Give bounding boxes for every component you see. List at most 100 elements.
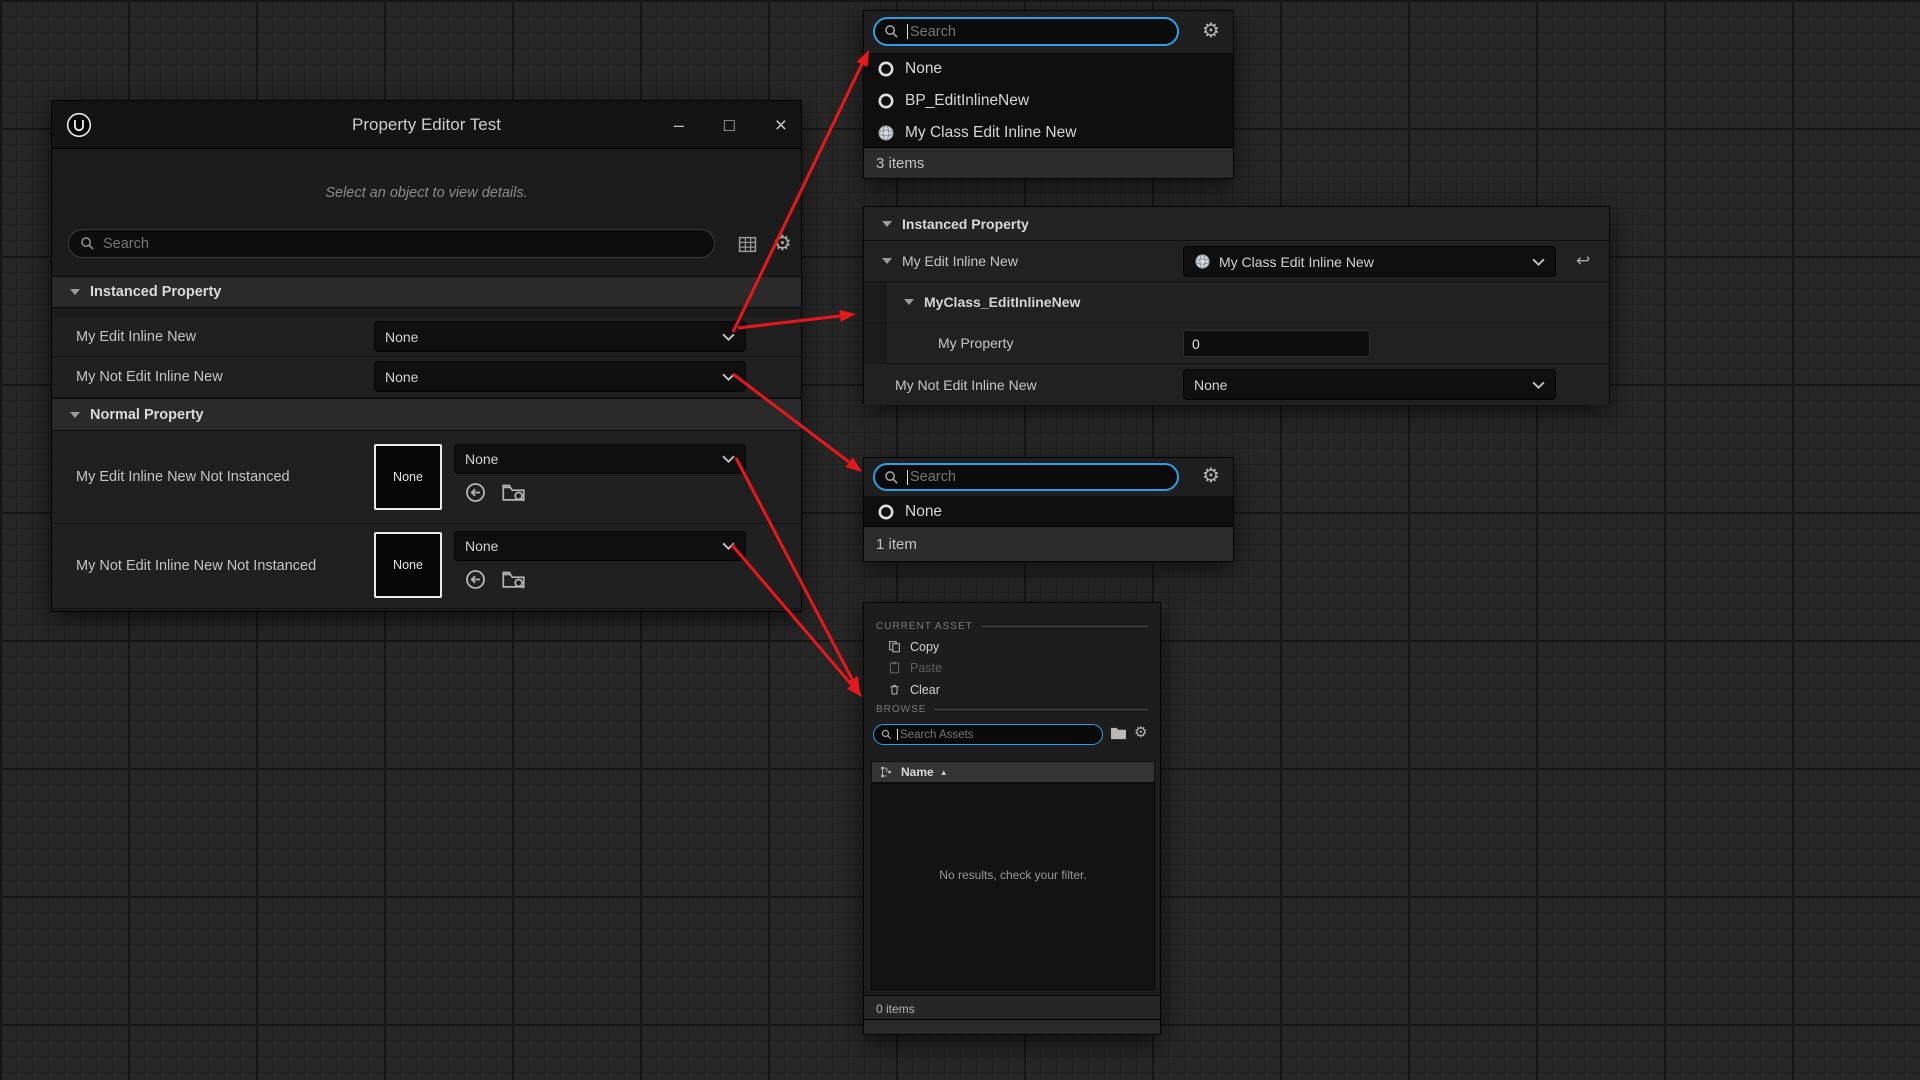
section-micro-label: CURRENT ASSET (876, 621, 973, 632)
minimize-icon[interactable]: – (674, 116, 684, 134)
section-divider (981, 626, 1148, 627)
search-icon (884, 24, 899, 39)
child-category-row[interactable]: MyClass_EditInlineNew (864, 282, 1609, 323)
property-label: My Not Edit Inline New Not Instanced (76, 524, 316, 608)
settings-gear-icon[interactable]: ⚙ (1134, 725, 1147, 740)
search-placeholder: Search (103, 236, 149, 252)
item-label: My Class Edit Inline New (905, 124, 1076, 142)
search-placeholder: Search (910, 469, 956, 485)
copy-icon (888, 640, 901, 653)
collapse-triangle-icon (882, 221, 892, 227)
combo-value: None (1194, 377, 1227, 393)
search-placeholder: Search Assets (900, 729, 974, 741)
list-item-none[interactable]: None (864, 53, 1233, 85)
paste-icon (888, 661, 901, 674)
input-value: 0 (1192, 336, 1200, 352)
item-count-footer: 3 items (864, 147, 1233, 178)
item-count: 0 items (876, 1002, 915, 1016)
item-label: None (905, 60, 942, 78)
menu-label: Paste (910, 661, 942, 675)
property-label: My Not Edit Inline New (895, 364, 1037, 405)
class-list: None BP_EditInlineNew My Class Edit Inli… (864, 53, 1233, 149)
instanced-property-panel: Instanced Property My Edit Inline New My… (863, 206, 1610, 404)
menu-item-paste: Paste (864, 657, 1160, 678)
menu-item-clear[interactable]: Clear (864, 679, 1160, 700)
use-selected-asset-icon[interactable] (464, 481, 487, 504)
popup-search-input[interactable]: Search (873, 463, 1179, 491)
chevron-down-icon (722, 542, 735, 550)
sort-ascending-icon: ▲ (940, 768, 948, 777)
chevron-down-icon (722, 333, 735, 341)
view-options-icon[interactable] (879, 765, 893, 779)
section-header-instanced-property[interactable]: Instanced Property (52, 276, 801, 308)
browse-to-asset-icon[interactable] (501, 481, 526, 504)
settings-gear-icon[interactable]: ⚙ (1202, 466, 1220, 486)
reset-to-default-icon[interactable]: ↩ (1576, 252, 1590, 269)
class-sphere-icon (877, 124, 895, 142)
combo-my-edit-inline-new[interactable]: None (374, 321, 746, 352)
property-row: My Not Edit Inline New Not Instanced Non… (52, 524, 801, 609)
asset-buttons (464, 568, 526, 591)
item-count-footer: 0 items (864, 995, 1160, 1021)
asset-list[interactable]: No results, check your filter. (871, 783, 1155, 990)
popup-search-input[interactable]: Search (873, 17, 1179, 46)
asset-thumbnail[interactable]: None (374, 532, 442, 598)
chevron-down-icon (1532, 258, 1545, 266)
resize-grip[interactable] (864, 1019, 1160, 1034)
combo-my-not-edit-inline-new[interactable]: None (1183, 369, 1556, 400)
folder-icon[interactable] (1110, 726, 1127, 740)
details-hint-text: Select an object to view details. (52, 185, 801, 201)
close-icon[interactable]: × (775, 115, 787, 136)
property-row: My Not Edit Inline New None (52, 357, 801, 398)
asset-picker-popup: CURRENT ASSET Copy Paste Clear BROWSE Se… (863, 602, 1161, 1035)
maximize-icon[interactable]: □ (724, 116, 735, 134)
display-filter-icon[interactable] (736, 233, 758, 255)
popup-search-row: Search ⚙ (864, 11, 1233, 53)
section-label: Normal Property (90, 407, 204, 423)
section-header-normal-property[interactable]: Normal Property (52, 398, 801, 431)
graph-background: { "colors": { "accent_blue": "#2e9fe6", … (0, 0, 1920, 1080)
combo-edit-inline-new-not-instanced[interactable]: None (454, 444, 746, 474)
object-circle-icon (877, 503, 895, 521)
combo-not-edit-inline-new-not-instanced[interactable]: None (454, 531, 746, 561)
use-selected-asset-icon[interactable] (464, 568, 487, 591)
asset-thumbnail[interactable]: None (374, 444, 442, 510)
combo-value: None (385, 329, 418, 345)
column-header[interactable]: Name ▲ (871, 761, 1155, 783)
list-item-my-class-edit-inline-new[interactable]: My Class Edit Inline New (864, 117, 1233, 149)
item-label: None (905, 503, 942, 521)
object-circle-icon (877, 60, 895, 78)
property-label: My Edit Inline New Not Instanced (76, 431, 290, 523)
list-item-bp-editinlinenew[interactable]: BP_EditInlineNew (864, 85, 1233, 117)
section-divider (934, 709, 1148, 710)
settings-gear-icon[interactable]: ⚙ (773, 233, 792, 254)
menu-item-copy[interactable]: Copy (864, 636, 1160, 657)
property-label: My Not Edit Inline New (76, 357, 223, 397)
combo-my-not-edit-inline-new[interactable]: None (374, 361, 746, 392)
collapse-triangle-icon (70, 289, 80, 295)
combo-value: None (465, 451, 498, 467)
browse-to-asset-icon[interactable] (501, 568, 526, 591)
browse-section: BROWSE (876, 702, 1148, 716)
class-picker-popup: Search ⚙ None BP_EditInlineNew My Class … (863, 10, 1234, 179)
text-caret (907, 470, 908, 485)
settings-gear-icon[interactable]: ⚙ (1202, 21, 1220, 41)
popup-search-row: Search ⚙ (864, 458, 1233, 496)
column-name: Name (901, 765, 934, 779)
asset-search-input[interactable]: Search Assets (873, 724, 1103, 745)
section-header-instanced-property[interactable]: Instanced Property (864, 207, 1609, 241)
property-label: My Edit Inline New (76, 317, 196, 356)
title-bar[interactable]: Property Editor Test – □ × (52, 101, 801, 149)
collapse-triangle-icon (70, 412, 80, 418)
empty-results-text: No results, check your filter. (872, 784, 1154, 882)
class-sphere-icon (1194, 253, 1211, 270)
collapse-triangle-icon (904, 299, 914, 305)
indent-guide (864, 323, 886, 363)
combo-my-edit-inline-new[interactable]: My Class Edit Inline New (1183, 246, 1556, 277)
my-property-input[interactable]: 0 (1183, 330, 1370, 357)
list-item-none[interactable]: None (864, 496, 1233, 528)
search-input[interactable]: Search (68, 229, 715, 258)
item-count: 3 items (876, 155, 924, 172)
object-circle-icon (877, 92, 895, 110)
trash-icon (888, 683, 901, 696)
